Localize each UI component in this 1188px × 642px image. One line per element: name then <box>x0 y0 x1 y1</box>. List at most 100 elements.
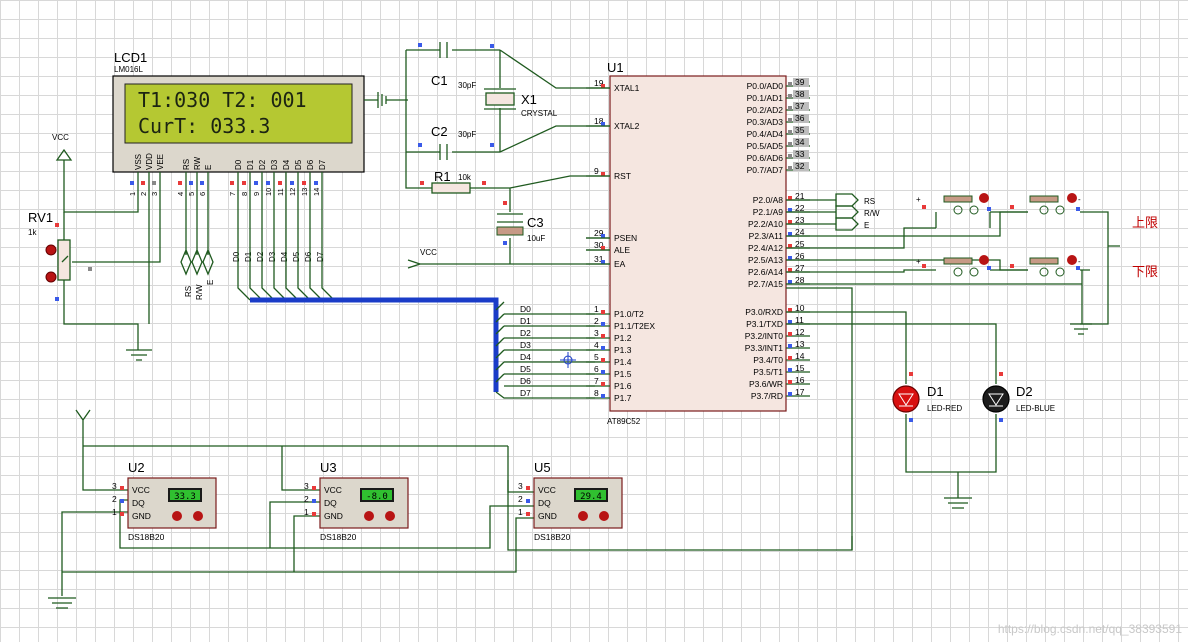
mcu-pin-num-right: 12 <box>795 327 805 337</box>
port2-label-e: E <box>864 221 869 230</box>
lcd-bus-d1: D1 <box>244 251 253 262</box>
oscillator-circuit[interactable]: C1 30pF C2 30pF X1 CRYSTAL <box>405 42 610 160</box>
mcu-pin-name-left: P1.3 <box>614 345 632 355</box>
cap-c1-ref: C1 <box>431 73 448 88</box>
mcu-pin-name-left: XTAL2 <box>614 121 640 131</box>
svg-text:-: - <box>1078 195 1081 204</box>
watermark: https://blog.csdn.net/qq_38393591 <box>997 622 1182 636</box>
led-d1 <box>892 385 920 413</box>
mcu-pin-name-right: P3.1/TXD <box>746 319 783 329</box>
switch-4[interactable]: - <box>1029 255 1081 277</box>
lcd-ground-symbol <box>364 92 408 108</box>
ea-vcc-label: VCC <box>420 248 437 257</box>
resistor-ref: R1 <box>434 169 451 184</box>
mcu-pin-name-right: P0.3/AD3 <box>747 117 784 127</box>
mcu-pin-name-right: P0.2/AD2 <box>747 105 784 115</box>
cap-c3-value: 10uF <box>527 234 545 243</box>
sensor-u2[interactable]: U2 33.3 VCC 3 DQ 2 GND 1 DS18B20 <box>112 460 217 542</box>
lcd-bus-d3: D3 <box>268 251 277 262</box>
sensor-ref: U2 <box>128 460 145 475</box>
port2-connectors: RS R/W E <box>786 193 880 231</box>
lcd-pin-e: E <box>204 165 213 170</box>
cap-c2-value: 30pF <box>458 130 476 139</box>
sensor-pin-num: 1 <box>518 507 523 517</box>
mcu-pin-num-left: 6 <box>594 364 599 374</box>
mcu-pin-name-right: P2.0/A8 <box>753 195 784 205</box>
schematic-diagram: LCD1 LM016L T1:030 T2: 001 CurT: 033.3 V… <box>28 42 1158 609</box>
mcu-pin-num-left: 4 <box>594 340 599 350</box>
lcd-label-rs: RS <box>184 286 193 297</box>
mcu-pin-num-right: 16 <box>795 375 805 385</box>
mcu-pin-name-left: P1.4 <box>614 357 632 367</box>
switch-3[interactable]: + <box>916 255 989 277</box>
mcu-pin-name-right: P2.3/A11 <box>749 231 784 241</box>
led-d2-ref: D2 <box>1016 384 1033 399</box>
sensor-pin-name: VCC <box>538 485 556 495</box>
led-d2-value: LED-BLUE <box>1016 404 1055 413</box>
mcu-model: AT89C52 <box>607 417 641 426</box>
mcu-pin-name-left: P1.5 <box>614 369 632 379</box>
bus-label-d4: D4 <box>520 352 531 362</box>
mcu-pin-name-right: P2.4/A12 <box>748 243 783 253</box>
sensor-pin-name: GND <box>538 511 557 521</box>
lcd-pinnum-8: 8 <box>240 192 249 196</box>
sensor-pin-name: VCC <box>132 485 150 495</box>
sensor-pin-num: 3 <box>304 481 309 491</box>
switch-1[interactable]: + <box>916 193 989 215</box>
mcu-pin-name-right: P0.4/AD4 <box>747 129 784 139</box>
led-d2 <box>982 385 1010 413</box>
mcu-pin-name-right: P3.3/INT1 <box>745 343 784 353</box>
lcd-pin-d3: D3 <box>270 159 279 170</box>
lcd-label-e: E <box>206 280 215 285</box>
lcd-pinnum-9: 9 <box>252 192 261 196</box>
sensor-model: DS18B20 <box>128 532 165 542</box>
mcu-pin-num-right: 36 <box>795 113 805 123</box>
bus-label-d0: D0 <box>520 304 531 314</box>
mcu-pin-name-right: P2.7/A15 <box>748 279 783 289</box>
lcd-pinnum-3: 3 <box>150 192 159 196</box>
lcd-bus-d5: D5 <box>292 251 301 262</box>
sensor-pin-name: GND <box>132 511 151 521</box>
lcd-pin-d0: D0 <box>234 159 243 170</box>
upper-limit-label: 上限 <box>1132 216 1158 231</box>
bus-label-d7: D7 <box>520 388 531 398</box>
lower-limit-label: 下限 <box>1132 265 1158 280</box>
mcu-pin-num-right: 15 <box>795 363 805 373</box>
mcu-pin-name-right: P0.7/AD7 <box>747 165 784 175</box>
mcu-pin-num-left: 1 <box>594 304 599 314</box>
lcd-pin-d5: D5 <box>294 159 303 170</box>
mcu-u1[interactable]: U1 AT89C52 19 XTAL118 XTAL29 RST29 PSEN30 ALE… <box>586 60 810 426</box>
lcd-pinnum-12: 12 <box>288 188 297 196</box>
sensor-reading: 29.4 <box>580 492 602 502</box>
sensor-reading: 33.3 <box>174 492 196 502</box>
mcu-pin-name-right: P3.4/T0 <box>753 355 783 365</box>
mcu-pin-num-right: 14 <box>795 351 805 361</box>
mcu-pin-name-right: P3.7/RD <box>751 391 783 401</box>
mcu-pin-name-right: P3.0/RXD <box>745 307 783 317</box>
bus-label-d1: D1 <box>520 316 531 326</box>
sensor-u5[interactable]: U5 29.4 VCC 3 DQ 2 GND 1 DS18B20 <box>518 460 623 542</box>
led-d1-value: LED-RED <box>927 404 962 413</box>
led-indicators[interactable]: D1 LED-RED D2 LED-BLUE <box>786 311 1055 509</box>
mcu-pin-name-right: P2.5/A13 <box>748 255 783 265</box>
switch-2[interactable]: - <box>1029 193 1081 215</box>
lcd-bus-d0: D0 <box>232 251 241 262</box>
svg-text:+: + <box>916 257 921 266</box>
pot-ref: RV1 <box>28 210 53 225</box>
lcd-bus-d6: D6 <box>304 251 313 262</box>
lcd-pin-vee: VEE <box>156 154 165 170</box>
vcc-label-left: VCC <box>52 133 69 142</box>
reset-circuit[interactable]: R1 10k C3 10uF VCC <box>405 152 610 269</box>
mcu-pin-num-right: 34 <box>795 137 805 147</box>
mcu-pin-name-right: P0.5/AD5 <box>747 141 784 151</box>
lcd-model: LM016L <box>114 65 143 74</box>
mcu-pin-num-left: 8 <box>594 388 599 398</box>
mcu-right-pins: 39 P0.0/AD0 38 P0.1/AD1 37 P0.2/AD2 36 P0.3/AD3… <box>745 77 810 401</box>
mcu-pin-name-left: PSEN <box>614 233 637 243</box>
lcd-pin-vdd: VDD <box>145 153 154 170</box>
mcu-pin-name-left: P1.6 <box>614 381 632 391</box>
lcd-pinnum-14: 14 <box>312 188 321 196</box>
mcu-pin-num-left: 5 <box>594 352 599 362</box>
sensor-reading: -8.0 <box>366 492 388 502</box>
sensor-u3[interactable]: U3 -8.0 VCC 3 DQ 2 GND 1 DS18B20 <box>304 460 409 542</box>
